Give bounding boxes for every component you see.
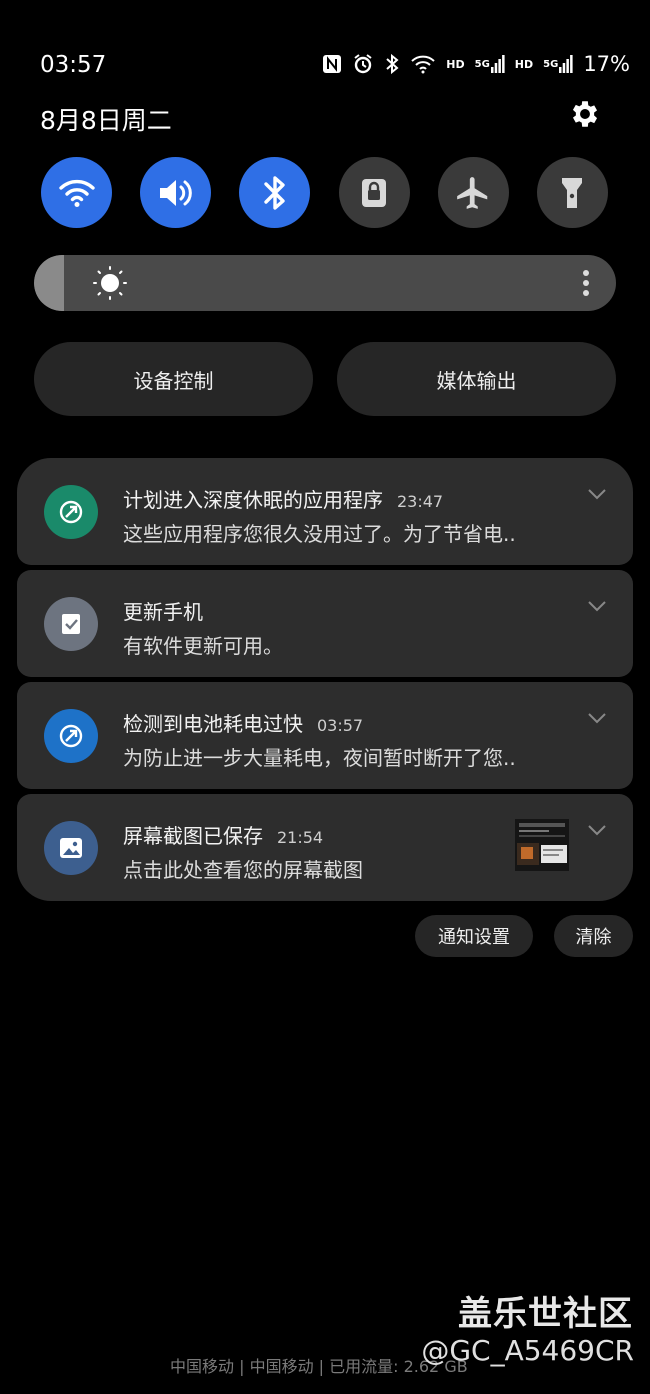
network-type-1: 5G: [474, 58, 490, 70]
flashlight-icon: [562, 177, 583, 208]
clock: 03:57: [40, 52, 107, 78]
settings-gear-icon[interactable]: [568, 97, 602, 131]
control-pills: 设备控制 媒体输出: [34, 342, 616, 416]
speaker-icon: [159, 179, 192, 206]
hd-label-2: HD: [514, 57, 534, 71]
battery-drain-icon: [44, 709, 98, 763]
date-label: 8月8日周二: [40, 106, 172, 135]
rotation-lock-toggle[interactable]: [338, 157, 410, 228]
notification-settings-button[interactable]: 通知设置: [415, 915, 533, 957]
notification-time: 23:47: [397, 492, 444, 511]
notification-text: 为防止进一步大量耗电，夜间暂时断开了您..: [123, 746, 516, 770]
chevron-down-icon[interactable]: [587, 712, 607, 724]
lock-icon: [362, 178, 387, 207]
notification-text: 点击此处查看您的屏幕截图: [123, 858, 363, 882]
chevron-down-icon[interactable]: [587, 824, 607, 836]
alarm-icon: [352, 53, 374, 75]
chevron-down-icon[interactable]: [587, 488, 607, 500]
notification-title-wrap: 检测到电池耗电过快 03:57: [123, 708, 363, 737]
nfc-icon: [322, 54, 342, 74]
screenshot-image-icon: [44, 821, 98, 875]
notification-title-wrap: 计划进入深度休眠的应用程序 23:47: [123, 484, 443, 513]
wifi-toggle[interactable]: [41, 157, 112, 228]
signal-icon-2: 5G: [543, 55, 573, 73]
flashlight-toggle[interactable]: [536, 157, 608, 228]
notification-item[interactable]: 检测到电池耗电过快 03:57 为防止进一步大量耗电，夜间暂时断开了您..: [17, 682, 633, 789]
deep-sleep-app-icon: [44, 485, 98, 539]
device-control-button[interactable]: 设备控制: [34, 342, 313, 416]
status-icons: HD 5G HD 5G 17%: [322, 52, 630, 76]
notification-text: 这些应用程序您很久没用过了。为了节省电..: [123, 522, 516, 546]
watermark-user: @GC_A5469CR: [421, 1334, 634, 1367]
brightness-fill: [34, 255, 64, 311]
notification-title: 检测到电池耗电过快: [123, 712, 303, 736]
notification-title: 计划进入深度休眠的应用程序: [123, 488, 383, 512]
notification-title-wrap: 屏幕截图已保存 21:54: [123, 820, 323, 849]
chevron-down-icon[interactable]: [587, 600, 607, 612]
status-bar: 03:57 HD 5G HD 5G 17% 8月8日周二: [0, 0, 650, 135]
notification-text: 有软件更新可用。: [123, 634, 283, 658]
hd-label-1: HD: [446, 57, 465, 71]
battery-level: 17%: [583, 52, 630, 76]
bluetooth-toggle[interactable]: [239, 157, 311, 228]
notification-item[interactable]: 更新手机 有软件更新可用。: [17, 570, 633, 677]
media-output-button[interactable]: 媒体输出: [337, 342, 616, 416]
notification-time: 21:54: [277, 828, 324, 847]
notification-title: 更新手机: [123, 600, 203, 624]
bluetooth-status-icon: [384, 53, 400, 75]
wifi-status-icon: [410, 54, 436, 74]
brightness-slider[interactable]: [34, 255, 616, 311]
sound-toggle[interactable]: [140, 157, 212, 228]
bluetooth-icon: [264, 175, 285, 210]
network-type-2: 5G: [543, 58, 559, 70]
brightness-more-options-icon[interactable]: [582, 269, 590, 297]
quick-settings-row: [41, 157, 608, 228]
notification-time: 03:57: [317, 716, 364, 735]
airplane-mode-toggle[interactable]: [437, 157, 509, 228]
airplane-icon: [457, 176, 488, 209]
signal-icon-1: 5G: [475, 55, 505, 73]
notification-actions: 通知设置 清除: [415, 915, 633, 957]
notification-title-wrap: 更新手机: [123, 596, 203, 625]
notification-item[interactable]: 计划进入深度休眠的应用程序 23:47 这些应用程序您很久没用过了。为了节省电..: [17, 458, 633, 565]
software-update-icon: [44, 597, 98, 651]
screenshot-thumbnail[interactable]: [515, 819, 569, 871]
notification-list: 计划进入深度休眠的应用程序 23:47 这些应用程序您很久没用过了。为了节省电..…: [17, 458, 633, 906]
notification-item[interactable]: 屏幕截图已保存 21:54 点击此处查看您的屏幕截图: [17, 794, 633, 901]
clear-button[interactable]: 清除: [554, 915, 633, 957]
notification-title: 屏幕截图已保存: [123, 824, 263, 848]
watermark-brand: 盖乐世社区: [458, 1294, 633, 1334]
sun-icon[interactable]: [92, 265, 128, 301]
wifi-icon: [58, 179, 95, 207]
